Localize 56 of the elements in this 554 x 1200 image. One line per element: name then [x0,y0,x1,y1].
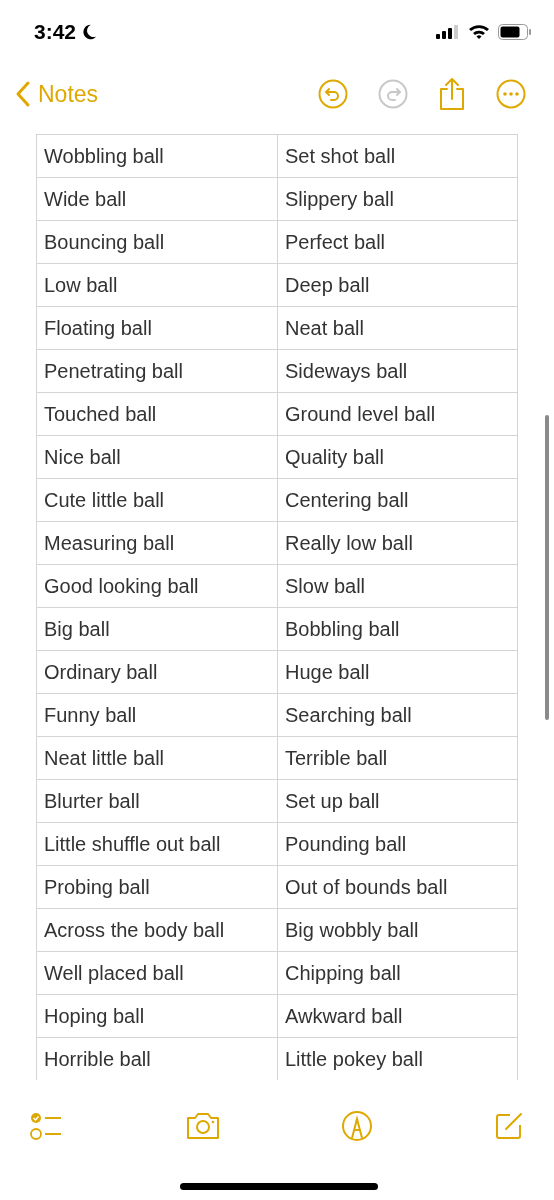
table-cell: Cute little ball [36,479,277,521]
table-cell: Out of bounds ball [277,866,518,908]
table-cell: Well placed ball [36,952,277,994]
table-cell: Nice ball [36,436,277,478]
table-cell: Wide ball [36,178,277,220]
battery-icon [498,24,532,40]
undo-button[interactable] [318,79,348,109]
table-cell: Awkward ball [277,995,518,1037]
chevron-left-icon [16,81,30,107]
table-cell: Across the body ball [36,909,277,951]
table-cell: Low ball [36,264,277,306]
table-cell: Big wobbly ball [277,909,518,951]
table-cell: Touched ball [36,393,277,435]
table-cell: Set up ball [277,780,518,822]
table-cell: Big ball [36,608,277,650]
table-cell: Huge ball [277,651,518,693]
status-time: 3:42 [34,19,77,46]
redo-button[interactable] [378,79,408,109]
table-cell: Slippery ball [277,178,518,220]
table-cell: Sideways ball [277,350,518,392]
table-cell: Terrible ball [277,737,518,779]
table-cell: Funny ball [36,694,277,736]
compose-button[interactable] [493,1111,524,1141]
table-cell: Centering ball [277,479,518,521]
camera-button[interactable] [184,1112,221,1140]
table-cell: Neat ball [277,307,518,349]
table-cell: Good looking ball [36,565,277,607]
table-cell: Neat little ball [36,737,277,779]
more-button[interactable] [496,79,526,109]
wifi-icon [468,24,490,40]
table-cell: Pounding ball [277,823,518,865]
table-cell: Really low ball [277,522,518,564]
table-cell: Perfect ball [277,221,518,263]
table-cell: Ground level ball [277,393,518,435]
table-cell: Floating ball [36,307,277,349]
table-cell: Measuring ball [36,522,277,564]
table-cell: Little shuffle out ball [36,823,277,865]
table-cell: Ordinary ball [36,651,277,693]
table-cell: Quality ball [277,436,518,478]
back-button[interactable]: Notes [16,76,99,112]
table-cell: Hoping ball [36,995,277,1037]
table-cell: Searching ball [277,694,518,736]
markup-button[interactable] [341,1110,374,1142]
signal-icon [436,25,460,39]
table-cell: Deep ball [277,264,518,306]
table-cell: Bouncing ball [36,221,277,263]
table-cell: Probing ball [36,866,277,908]
checklist-button[interactable] [30,1111,64,1141]
table-cell: Chipping ball [277,952,518,994]
share-button[interactable] [438,77,466,111]
table-cell: Bobbling ball [277,608,518,650]
table-cell: Wobbling ball [36,135,277,177]
table-cell: Blurter ball [36,780,277,822]
table-cell: Slow ball [277,565,518,607]
table-cell: Penetrating ball [36,350,277,392]
table-cell: Set shot ball [277,135,518,177]
